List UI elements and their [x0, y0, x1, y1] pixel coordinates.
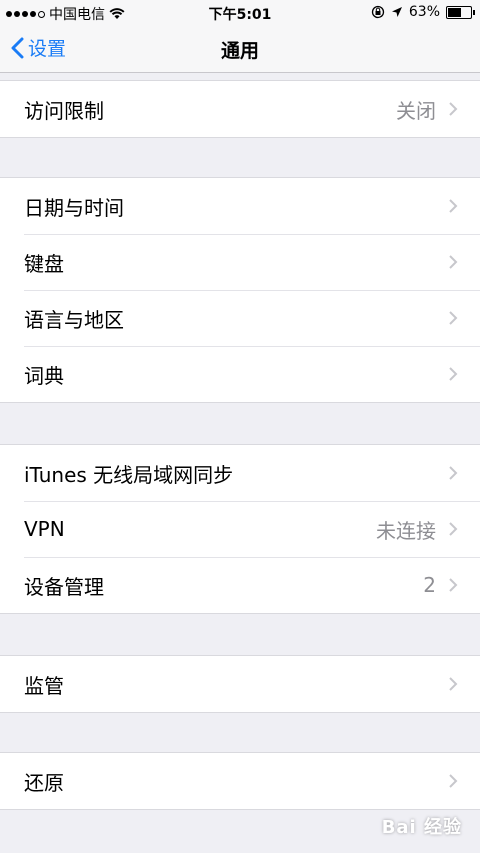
- page-title: 通用: [220, 40, 259, 62]
- battery-fill: [448, 7, 461, 17]
- row-label: 键盘: [24, 251, 64, 276]
- group-reset: 还原: [0, 752, 480, 810]
- row-date-time[interactable]: 日期与时间: [0, 178, 480, 234]
- group-system: 日期与时间 键盘 语言与地区 词典: [0, 177, 480, 403]
- group-network: iTunes 无线局域网同步 VPN 未连接 设备管理 2: [0, 444, 480, 614]
- location-icon: [391, 7, 402, 17]
- row-keyboard[interactable]: 键盘: [0, 234, 480, 290]
- row-label: 语言与地区: [24, 307, 124, 332]
- row-restrictions[interactable]: 访问限制 关闭: [0, 81, 480, 137]
- chevron-right-icon: [449, 199, 458, 213]
- group-restrictions: 访问限制 关闭: [0, 80, 480, 138]
- row-label: 访问限制: [24, 98, 104, 123]
- row-label: iTunes 无线局域网同步: [24, 462, 234, 487]
- row-label: 设备管理: [24, 574, 104, 599]
- group-supervision: 监管: [0, 655, 480, 713]
- battery-icon: [446, 5, 475, 19]
- row-value: 关闭: [396, 98, 436, 123]
- row-reset[interactable]: 还原: [0, 753, 480, 809]
- row-value: 2: [423, 573, 436, 597]
- row-label: VPN: [24, 517, 65, 541]
- chevron-right-icon: [449, 466, 458, 480]
- navigation-bar: 设置 通用: [0, 26, 480, 73]
- chevron-right-icon: [449, 367, 458, 381]
- row-label: 还原: [24, 770, 64, 795]
- rotation-lock-icon: [371, 5, 385, 19]
- status-bar: 中国电信 下午5:01 63%: [0, 0, 480, 26]
- chevron-right-icon: [449, 677, 458, 691]
- row-supervision[interactable]: 监管: [0, 656, 480, 712]
- chevron-right-icon: [449, 102, 458, 116]
- battery-percentage: 63%: [408, 4, 440, 20]
- chevron-right-icon: [449, 578, 458, 592]
- chevron-right-icon: [449, 311, 458, 325]
- row-dictionary[interactable]: 词典: [0, 346, 480, 402]
- status-right: 63%: [371, 4, 475, 20]
- row-label: 监管: [24, 673, 64, 698]
- row-language-region[interactable]: 语言与地区: [0, 290, 480, 346]
- row-device-management[interactable]: 设备管理 2: [0, 557, 480, 613]
- row-value: 未连接: [376, 518, 436, 543]
- row-label: 日期与时间: [24, 195, 124, 220]
- row-label: 词典: [24, 363, 64, 388]
- row-vpn[interactable]: VPN 未连接: [0, 501, 480, 557]
- chevron-right-icon: [449, 774, 458, 788]
- chevron-right-icon: [449, 522, 458, 536]
- row-itunes-wifi-sync[interactable]: iTunes 无线局域网同步: [0, 445, 480, 501]
- chevron-right-icon: [449, 255, 458, 269]
- watermark: Bai 经验: [381, 817, 462, 838]
